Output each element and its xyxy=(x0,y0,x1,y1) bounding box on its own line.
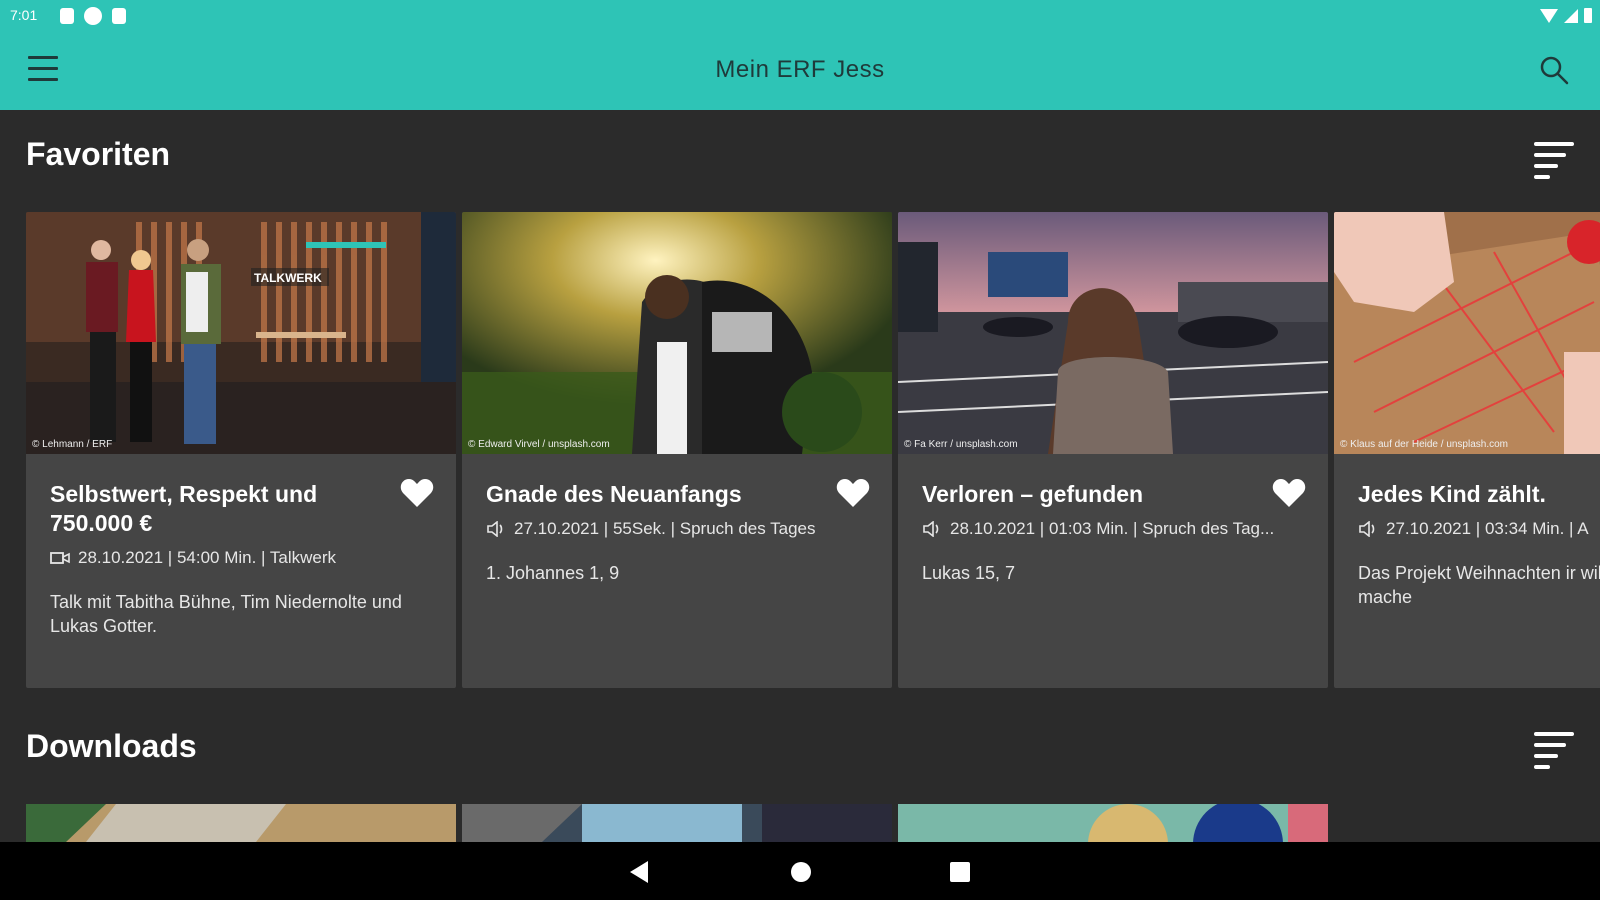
card-meta: 28.10.2021 | 01:03 Min. | Spruch des Tag… xyxy=(922,519,1304,539)
audio-icon xyxy=(923,521,939,537)
search-icon[interactable] xyxy=(1538,54,1570,86)
signal-icon xyxy=(1564,9,1578,23)
card-meta-text: 28.10.2021 | 54:00 Min. | Talkwerk xyxy=(78,548,337,567)
downloads-sort-icon[interactable] xyxy=(1534,732,1574,769)
card-thumbnail: © Edward Virvel / unsplash.com xyxy=(462,212,892,454)
video-icon xyxy=(50,552,70,564)
notification-icon xyxy=(60,8,74,24)
card-title: Verloren – gefunden xyxy=(922,481,1144,507)
downloads-carousel[interactable] xyxy=(26,804,1600,842)
audio-icon xyxy=(1359,521,1375,537)
favorites-section-title: Favoriten xyxy=(26,136,171,172)
card-description: Lukas 15, 7 xyxy=(922,563,1016,583)
favorites-carousel[interactable]: TALKWERK © Lehmann / ERF Selbstwert, Res… xyxy=(26,212,1600,688)
battery-icon xyxy=(1584,8,1592,23)
status-time: 7:01 xyxy=(10,7,38,23)
card-meta: 27.10.2021 | 55Sek. | Spruch des Tages xyxy=(486,519,868,539)
app-bar: Mein ERF Jess xyxy=(0,32,1600,110)
audio-icon xyxy=(487,521,503,537)
favorite-heart-icon[interactable] xyxy=(1272,478,1306,508)
downloads-section-title: Downloads xyxy=(26,728,197,764)
card-meta-text: 27.10.2021 | 55Sek. | Spruch des Tages xyxy=(514,519,816,538)
card-title: Gnade des Neuanfangs xyxy=(486,481,742,507)
svg-text:TALKWERK: TALKWERK xyxy=(254,271,322,285)
image-credit: © Lehmann / ERF xyxy=(32,439,113,450)
wifi-icon xyxy=(1540,9,1558,23)
system-icons xyxy=(1540,8,1592,23)
image-credit: © Fa Kerr / unsplash.com xyxy=(904,439,1018,450)
back-icon[interactable] xyxy=(630,861,648,883)
download-card-thumbnail[interactable] xyxy=(26,804,456,842)
card-meta: 28.10.2021 | 54:00 Min. | Talkwerk xyxy=(50,548,432,568)
card-description: Talk mit Tabitha Bühne, Tim Niedernolte … xyxy=(50,592,402,636)
card-title: Selbstwert, Respekt und 750.000 € xyxy=(50,481,318,536)
system-navigation-bar xyxy=(0,842,1600,900)
favorite-card[interactable]: © Edward Virvel / unsplash.com Gnade des… xyxy=(462,212,892,688)
image-credit: © Edward Virvel / unsplash.com xyxy=(468,439,610,450)
card-title: Jedes Kind zählt. xyxy=(1358,481,1546,507)
favorite-heart-icon[interactable] xyxy=(836,478,870,508)
card-description: 1. Johannes 1, 9 xyxy=(486,563,620,583)
app-notification-icon xyxy=(84,7,102,25)
download-card-thumbnail[interactable] xyxy=(462,804,892,842)
card-thumbnail: TALKWERK © Lehmann / ERF xyxy=(26,212,456,454)
card-meta-text: 27.10.2021 | 03:34 Min. | A xyxy=(1386,519,1589,538)
favorites-sort-icon[interactable] xyxy=(1534,142,1574,179)
card-description: Das Projekt Weihnachten ir will Kinder g… xyxy=(1358,563,1600,607)
favorite-card[interactable]: © Klaus auf der Heide / unsplash.com Jed… xyxy=(1334,212,1600,688)
app-title: Mein ERF Jess xyxy=(715,56,885,83)
download-card-thumbnail[interactable] xyxy=(898,804,1328,842)
notification-icons xyxy=(60,7,126,25)
favorite-card[interactable]: © Fa Kerr / unsplash.com Verloren – gefu… xyxy=(898,212,1328,688)
card-meta: 27.10.2021 | 03:34 Min. | A xyxy=(1358,519,1600,539)
image-credit: © Klaus auf der Heide / unsplash.com xyxy=(1340,439,1509,450)
status-bar: 7:01 xyxy=(0,0,1600,32)
card-thumbnail: © Klaus auf der Heide / unsplash.com xyxy=(1334,212,1600,454)
card-thumbnail: © Fa Kerr / unsplash.com xyxy=(898,212,1328,454)
favorite-heart-icon[interactable] xyxy=(400,478,434,508)
card-meta-text: 28.10.2021 | 01:03 Min. | Spruch des Tag… xyxy=(950,519,1275,538)
sd-card-icon xyxy=(112,8,126,24)
favorite-card[interactable]: TALKWERK © Lehmann / ERF Selbstwert, Res… xyxy=(26,212,456,688)
home-icon[interactable] xyxy=(791,862,811,882)
recent-apps-icon[interactable] xyxy=(950,862,970,882)
